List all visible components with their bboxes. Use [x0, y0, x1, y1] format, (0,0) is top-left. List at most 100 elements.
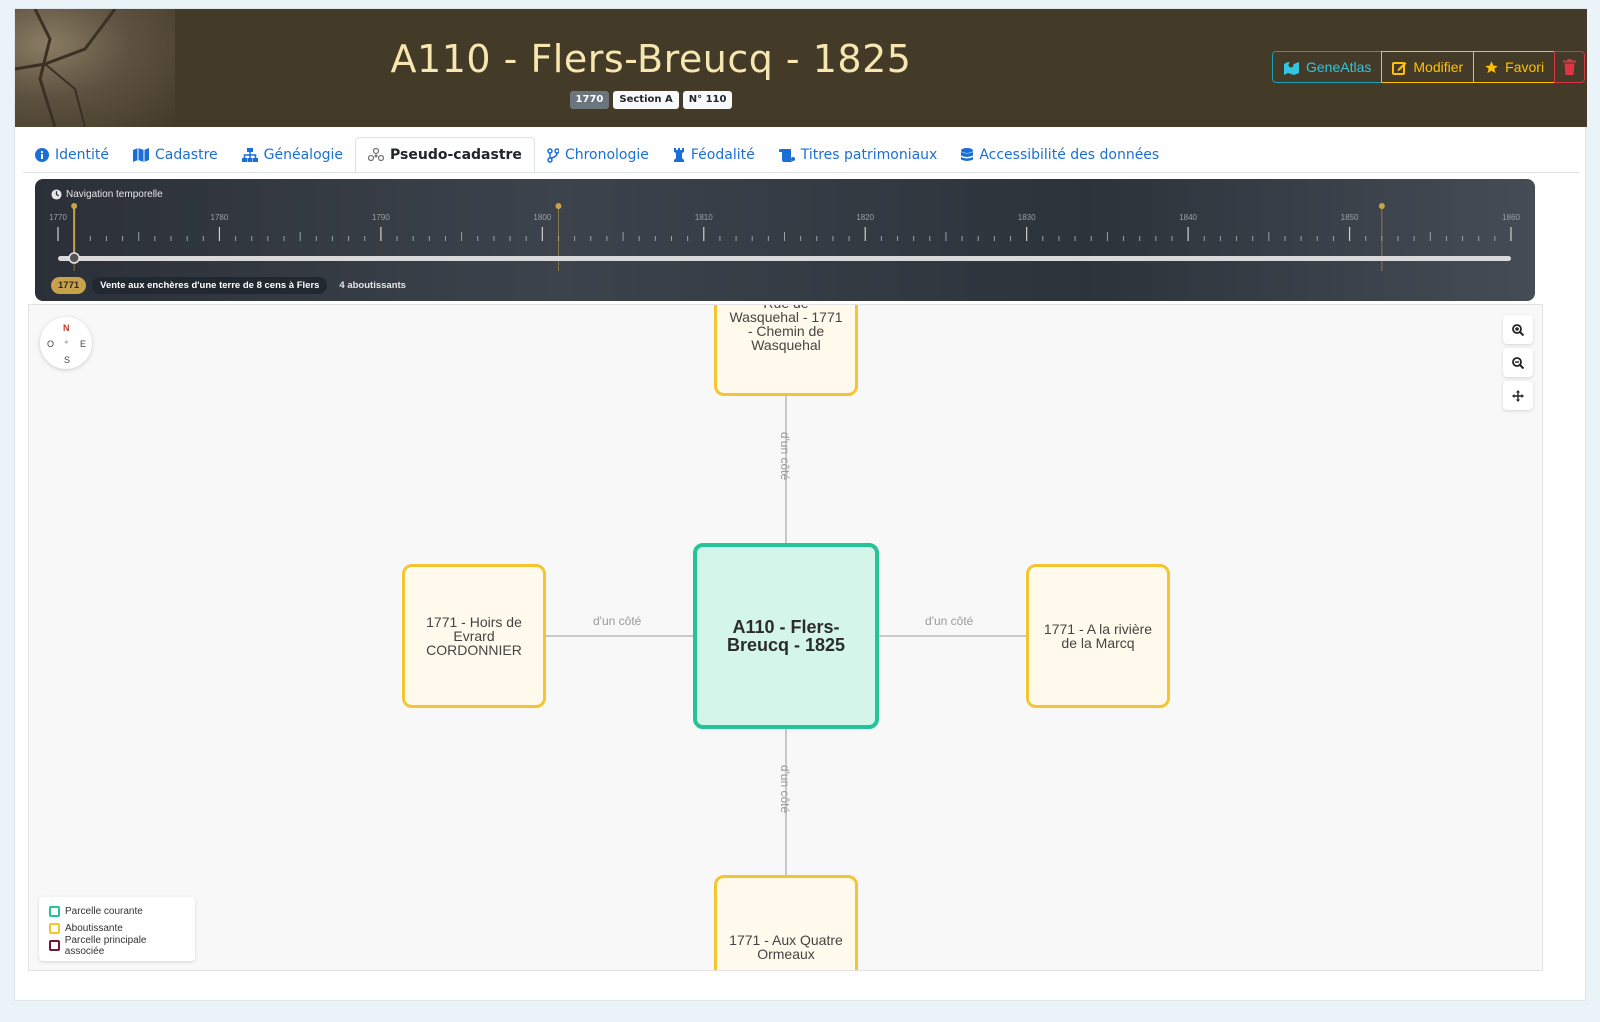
- trash-icon: [1563, 59, 1577, 75]
- favori-button[interactable]: Favori: [1473, 51, 1556, 83]
- timeline-event-marker-dot: [1378, 203, 1385, 209]
- tab-label: Accessibilité des données: [979, 147, 1160, 163]
- tab-label: Identité: [55, 147, 109, 163]
- zoom-in-button[interactable]: [1503, 315, 1533, 344]
- scroll-icon: [778, 148, 795, 162]
- tab-cadastre[interactable]: Cadastre: [121, 137, 230, 173]
- timeline-slider-track: [58, 256, 1511, 261]
- year-badge: 1770: [569, 91, 610, 109]
- graph-legend: Parcelle courante Aboutissante Parcelle …: [39, 897, 195, 961]
- aboutissants-count: 4 aboutissants: [339, 280, 406, 291]
- legend-label: Aboutissante: [65, 923, 123, 934]
- tab-identite[interactable]: Identité: [23, 137, 121, 173]
- timeline-decade-label: 1790: [372, 213, 390, 222]
- database-icon: [961, 148, 974, 161]
- current-year-badge: 1771: [51, 277, 87, 294]
- tab-bar: Identité Cadastre Généalogie Pseudo-cada…: [23, 137, 1171, 173]
- zoom-out-icon: [1512, 356, 1524, 369]
- timeline-title: Navigation temporelle: [51, 189, 163, 200]
- legend-row: Parcelle principale associée: [49, 934, 185, 957]
- timeline-decade-label: 1780: [211, 213, 229, 222]
- timeline-title-label: Navigation temporelle: [66, 189, 163, 200]
- page-title: A110 - Flers-Breucq - 1825: [390, 37, 912, 81]
- timeline-decade-label: 1850: [1341, 213, 1359, 222]
- compass-rose: N O ✦ E S: [40, 317, 92, 369]
- node-left[interactable]: 1771 - Hoirs de Evrard CORDONNIER: [402, 564, 546, 708]
- zoom-in-icon: [1512, 323, 1524, 336]
- header-action-group: GeneAtlas Modifier Favori: [1272, 51, 1586, 83]
- node-top-label: Rue de Wasquehal - 1771 - Chemin de Wasq…: [729, 305, 843, 353]
- tab-label: Féodalité: [690, 147, 755, 163]
- compass-west: O: [47, 339, 55, 349]
- edge-label-left: d'un côté: [593, 614, 642, 628]
- tab-label: Pseudo-cadastre: [390, 147, 522, 163]
- tab-genealogie[interactable]: Généalogie: [230, 137, 355, 173]
- node-left-label: 1771 - Hoirs de Evrard CORDONNIER: [426, 614, 522, 658]
- modifier-button[interactable]: Modifier: [1381, 51, 1475, 83]
- legend-row: Parcelle courante: [49, 903, 185, 920]
- legend-swatch: [49, 923, 60, 934]
- tab-titres-patrimoniaux[interactable]: Titres patrimoniaux: [767, 137, 950, 173]
- zoom-out-button[interactable]: [1503, 348, 1533, 377]
- fit-view-button[interactable]: [1503, 381, 1533, 410]
- edge-right: [879, 635, 1026, 637]
- node-current[interactable]: A110 - Flers-Breucq - 1825: [693, 543, 879, 729]
- arrows-alt-icon: [1512, 389, 1524, 402]
- legend-label: Parcelle principale associée: [64, 934, 147, 957]
- project-diagram-icon: [368, 148, 385, 162]
- code-branch-icon: [547, 147, 559, 163]
- section-badge: Section A: [613, 91, 679, 109]
- timeline-decade-label: 1810: [695, 213, 713, 222]
- legend-swatch: [49, 906, 60, 917]
- tab-label: Cadastre: [154, 147, 218, 163]
- edge-label-bottom: d'un côté: [778, 764, 793, 814]
- event-badge: Vente aux enchères d'une terre de 8 cens…: [92, 277, 328, 294]
- map-icon: [132, 148, 149, 162]
- delete-button[interactable]: [1554, 51, 1586, 83]
- timeline-slider-handle: [68, 252, 80, 264]
- geneatlas-button[interactable]: GeneAtlas: [1272, 51, 1383, 83]
- legend-swatch: [49, 940, 60, 951]
- tab-feodalite[interactable]: Féodalité: [661, 137, 767, 173]
- tab-pseudo-cadastre[interactable]: Pseudo-cadastre: [355, 137, 535, 173]
- timeline-decade-label: 1860: [1502, 213, 1520, 222]
- zoom-controls: [1503, 315, 1533, 410]
- node-bottom[interactable]: 1771 - Aux Quatre Ormeaux: [714, 875, 858, 970]
- info-circle-icon: [35, 148, 49, 162]
- sitemap-icon: [241, 148, 258, 162]
- tab-bar-divider: [23, 172, 1579, 173]
- tab-chronologie[interactable]: Chronologie: [535, 137, 661, 173]
- tab-label: Chronologie: [564, 147, 649, 163]
- timeline-decade-label: 1830: [1018, 213, 1036, 222]
- edge-left: [546, 635, 693, 637]
- compass-north: N: [63, 323, 70, 333]
- number-badge: N° 110: [682, 91, 733, 109]
- node-top[interactable]: Rue de Wasquehal - 1771 - Chemin de Wasq…: [714, 305, 858, 396]
- timeline-panel: 1770 1780 1790 1800 1810 1820 1830 1840 1850 1860…: [35, 179, 1535, 301]
- star-icon: [1485, 60, 1498, 73]
- badge-group: 1770 Section A N° 110: [15, 91, 1287, 109]
- page-header: A110 - Flers-Breucq - 1825 1770 Section …: [15, 9, 1587, 127]
- compass-east: E: [80, 339, 87, 349]
- favori-label: Favori: [1505, 59, 1545, 75]
- edge-label-top: d'un côté: [778, 431, 793, 481]
- pseudo-cadastre-graph[interactable]: N O ✦ E S d'un côté d'un côté d'un côté …: [28, 304, 1543, 971]
- timeline-info-row: 1771 Vente aux enchères d'une terre de 8…: [51, 277, 412, 294]
- timeline-decade-label: 1820: [856, 213, 874, 222]
- page-card: A110 - Flers-Breucq - 1825 1770 Section …: [14, 8, 1587, 1001]
- timeline-decade-label: 1840: [1179, 213, 1197, 222]
- edge-label-right: d'un côté: [925, 614, 974, 628]
- edit-icon: [1392, 61, 1407, 75]
- compass-center-icon: ✦: [63, 338, 70, 347]
- node-right[interactable]: 1771 - A la rivière de la Marcq: [1026, 564, 1170, 708]
- map-marked-icon: [1284, 61, 1299, 75]
- compass-south: S: [64, 355, 71, 365]
- chess-rook-icon: [673, 148, 684, 162]
- timeline-decade-label: 1770: [49, 213, 67, 222]
- tab-label: Généalogie: [263, 147, 344, 163]
- node-bottom-label: 1771 - Aux Quatre Ormeaux: [729, 932, 843, 962]
- geneatlas-label: GeneAtlas: [1306, 59, 1372, 75]
- legend-label: Parcelle courante: [65, 906, 143, 917]
- tab-accessibilite-donnees[interactable]: Accessibilité des données: [949, 137, 1171, 173]
- timeline-event-marker-dot: [555, 203, 562, 209]
